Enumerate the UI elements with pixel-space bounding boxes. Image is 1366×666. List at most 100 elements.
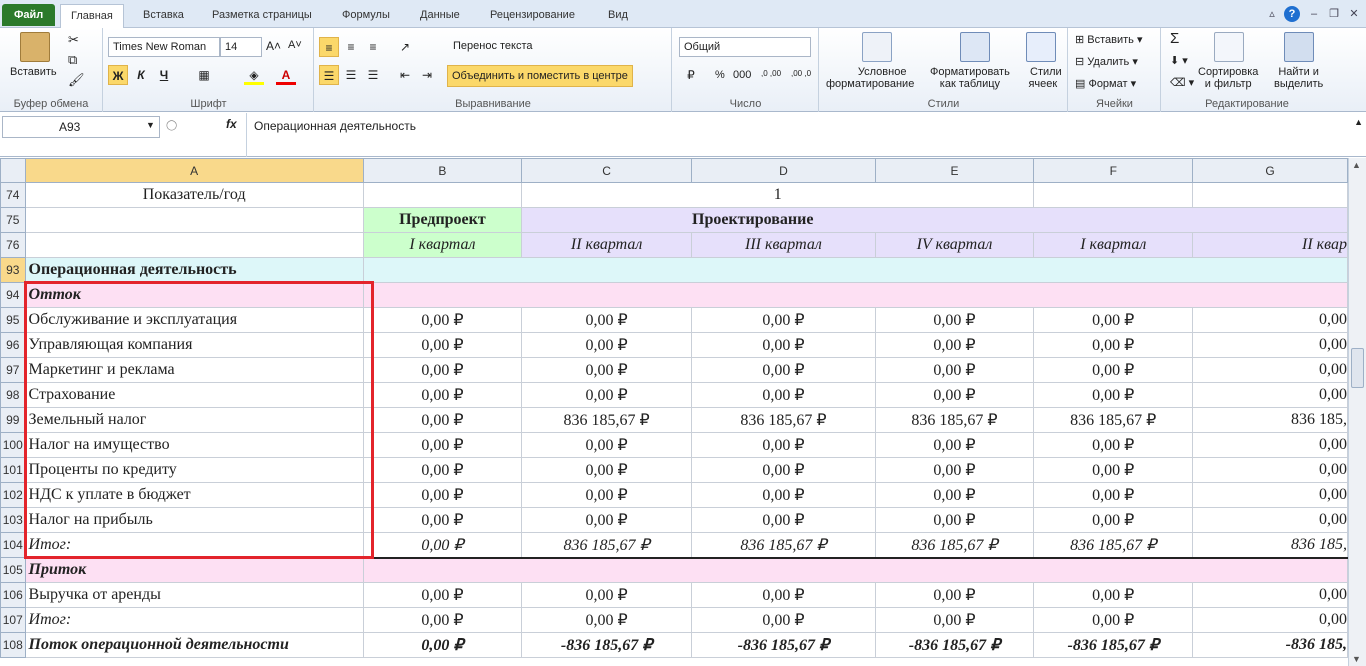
cell[interactable]: 836 185,67 ₽ xyxy=(874,407,1035,433)
cell-design[interactable]: Проектирование xyxy=(521,207,1348,233)
percent-button[interactable]: % xyxy=(715,69,725,81)
decrease-decimal-button[interactable]: ,00 ,0 xyxy=(791,69,811,78)
cell[interactable] xyxy=(362,557,1348,583)
format-cells-button[interactable]: ▤ Формат ▾ xyxy=(1075,77,1136,90)
cell[interactable]: III квартал xyxy=(691,232,876,258)
cell[interactable]: 836 185,67 ₽ xyxy=(874,532,1035,559)
cell[interactable]: 0,00 ₽ xyxy=(1033,582,1194,608)
row-label-cell[interactable]: Обслуживание и эксплуатация xyxy=(24,307,364,333)
cell[interactable]: 0,00 ₽ xyxy=(874,357,1035,383)
align-bottom-icon[interactable]: ≡ xyxy=(363,37,383,57)
grow-font-icon[interactable]: A˄ xyxy=(266,39,281,53)
wrap-text-button[interactable]: Перенос текста xyxy=(453,40,533,52)
cell[interactable]: 0,00 ₽ xyxy=(362,607,523,633)
cell[interactable]: 0,00 ₽ xyxy=(521,457,693,483)
insert-cells-button[interactable]: ⊞ Вставить ▾ xyxy=(1075,33,1143,46)
sort-filter-icon[interactable] xyxy=(1214,32,1244,62)
tab-file[interactable]: Файл xyxy=(2,4,56,26)
cell[interactable]: 0,00 ₽ xyxy=(874,307,1035,333)
thousands-button[interactable]: 000 xyxy=(733,69,751,81)
cell[interactable]: I квартал xyxy=(362,232,523,258)
cell[interactable]: 0,00 xyxy=(1192,507,1348,533)
cell[interactable]: IV квартал xyxy=(874,232,1035,258)
row-header[interactable]: 96 xyxy=(0,332,26,358)
cell[interactable]: 0,00 ₽ xyxy=(521,482,693,508)
copy-icon[interactable]: ⧉ xyxy=(68,52,77,68)
close-icon[interactable]: ✕ xyxy=(1346,6,1362,22)
cell[interactable]: 0,00 ₽ xyxy=(691,607,876,633)
tab-formulas[interactable]: Формулы xyxy=(332,4,400,28)
row-header[interactable]: 98 xyxy=(0,382,26,408)
cell[interactable]: 836 185,67 ₽ xyxy=(691,407,876,433)
align-center-icon[interactable]: ☰ xyxy=(341,65,361,85)
row-label-cell[interactable]: Итог: xyxy=(24,532,364,559)
cell-styles-icon[interactable] xyxy=(1026,32,1056,62)
cell[interactable] xyxy=(1192,182,1348,208)
restore-icon[interactable]: ❐ xyxy=(1326,6,1342,22)
cell[interactable]: 0,00 ₽ xyxy=(521,382,693,408)
cell[interactable] xyxy=(362,182,523,208)
row-header[interactable]: 76 xyxy=(0,232,26,258)
cell[interactable]: 0,00 ₽ xyxy=(1033,357,1194,383)
conditional-formatting-icon[interactable] xyxy=(862,32,892,62)
tab-data[interactable]: Данные xyxy=(410,4,470,28)
column-header-c[interactable]: C xyxy=(521,158,693,183)
cell[interactable]: II квар xyxy=(1192,232,1348,258)
cell[interactable]: 0,00 ₽ xyxy=(1033,457,1194,483)
ribbon-collapse-icon[interactable]: ▵ xyxy=(1264,6,1280,22)
expand-formula-icon[interactable]: ▲ xyxy=(1354,117,1363,127)
cell[interactable]: II квартал xyxy=(521,232,693,258)
cell[interactable] xyxy=(362,257,1348,283)
row-header[interactable]: 103 xyxy=(0,507,26,533)
cell[interactable]: 0,00 ₽ xyxy=(874,507,1035,533)
column-header-g[interactable]: G xyxy=(1192,158,1348,183)
cell[interactable]: -836 185,67 ₽ xyxy=(691,632,876,658)
cell[interactable] xyxy=(1033,182,1194,208)
cell[interactable]: 0,00 ₽ xyxy=(362,532,523,559)
cell[interactable]: 836 185,67 ₽ xyxy=(521,532,693,559)
cell[interactable]: 0,00 ₽ xyxy=(362,432,523,458)
cell[interactable]: 0,00 ₽ xyxy=(362,332,523,358)
cell[interactable]: 0,00 ₽ xyxy=(1033,607,1194,633)
clear-icon[interactable]: ⌫ ▾ xyxy=(1170,76,1194,89)
cell[interactable]: 0,00 ₽ xyxy=(874,457,1035,483)
format-as-table-button[interactable]: Форматировать как таблицу xyxy=(930,66,1010,90)
scroll-up-icon[interactable]: ▲ xyxy=(1352,160,1361,170)
align-top-icon[interactable]: ≡ xyxy=(319,37,339,57)
cell[interactable]: 0,00 ₽ xyxy=(362,307,523,333)
row-header[interactable]: 74 xyxy=(0,182,26,208)
number-format-select[interactable]: Общий xyxy=(679,37,811,57)
align-left-icon[interactable]: ☰ xyxy=(319,65,339,85)
row-label-cell[interactable]: Страхование xyxy=(24,382,364,408)
tab-view[interactable]: Вид xyxy=(598,4,638,28)
underline-button[interactable]: Ч xyxy=(154,65,174,85)
row-header[interactable]: 108 xyxy=(0,632,26,658)
cell[interactable]: 0,00 xyxy=(1192,307,1348,333)
cell[interactable]: 0,00 ₽ xyxy=(1033,432,1194,458)
shrink-font-icon[interactable]: A˅ xyxy=(288,39,302,51)
row-header[interactable]: 97 xyxy=(0,357,26,383)
find-select-icon[interactable] xyxy=(1284,32,1314,62)
currency-icon[interactable]: ₽ xyxy=(681,65,701,85)
cell[interactable]: Показатель/год xyxy=(24,182,364,208)
minimize-icon[interactable]: – xyxy=(1306,6,1322,22)
cell[interactable]: 0,00 ₽ xyxy=(691,357,876,383)
row-label-cell[interactable]: Маркетинг и реклама xyxy=(24,357,364,383)
borders-icon[interactable]: ▦ xyxy=(194,65,214,85)
paste-button[interactable]: Вставить xyxy=(10,66,57,78)
insert-function-icon[interactable]: fx xyxy=(226,117,237,131)
vertical-scrollbar[interactable]: ▲ ▼ xyxy=(1348,158,1366,666)
row-label-cell[interactable]: НДС к уплате в бюджет xyxy=(24,482,364,508)
cell[interactable]: 836 185, xyxy=(1192,407,1348,433)
font-size-select[interactable]: 14 xyxy=(220,37,262,57)
font-color-icon[interactable]: A xyxy=(276,65,296,85)
italic-button[interactable]: К xyxy=(131,65,151,85)
cell[interactable]: 0,00 ₽ xyxy=(1033,332,1194,358)
cell[interactable]: 0,00 ₽ xyxy=(521,357,693,383)
cell[interactable]: -836 185, xyxy=(1192,632,1348,658)
cell[interactable]: 0,00 ₽ xyxy=(874,582,1035,608)
row-header[interactable]: 99 xyxy=(0,407,26,433)
row-header[interactable]: 75 xyxy=(0,207,26,233)
cell[interactable]: 0,00 ₽ xyxy=(521,582,693,608)
column-header-e[interactable]: E xyxy=(874,158,1035,183)
